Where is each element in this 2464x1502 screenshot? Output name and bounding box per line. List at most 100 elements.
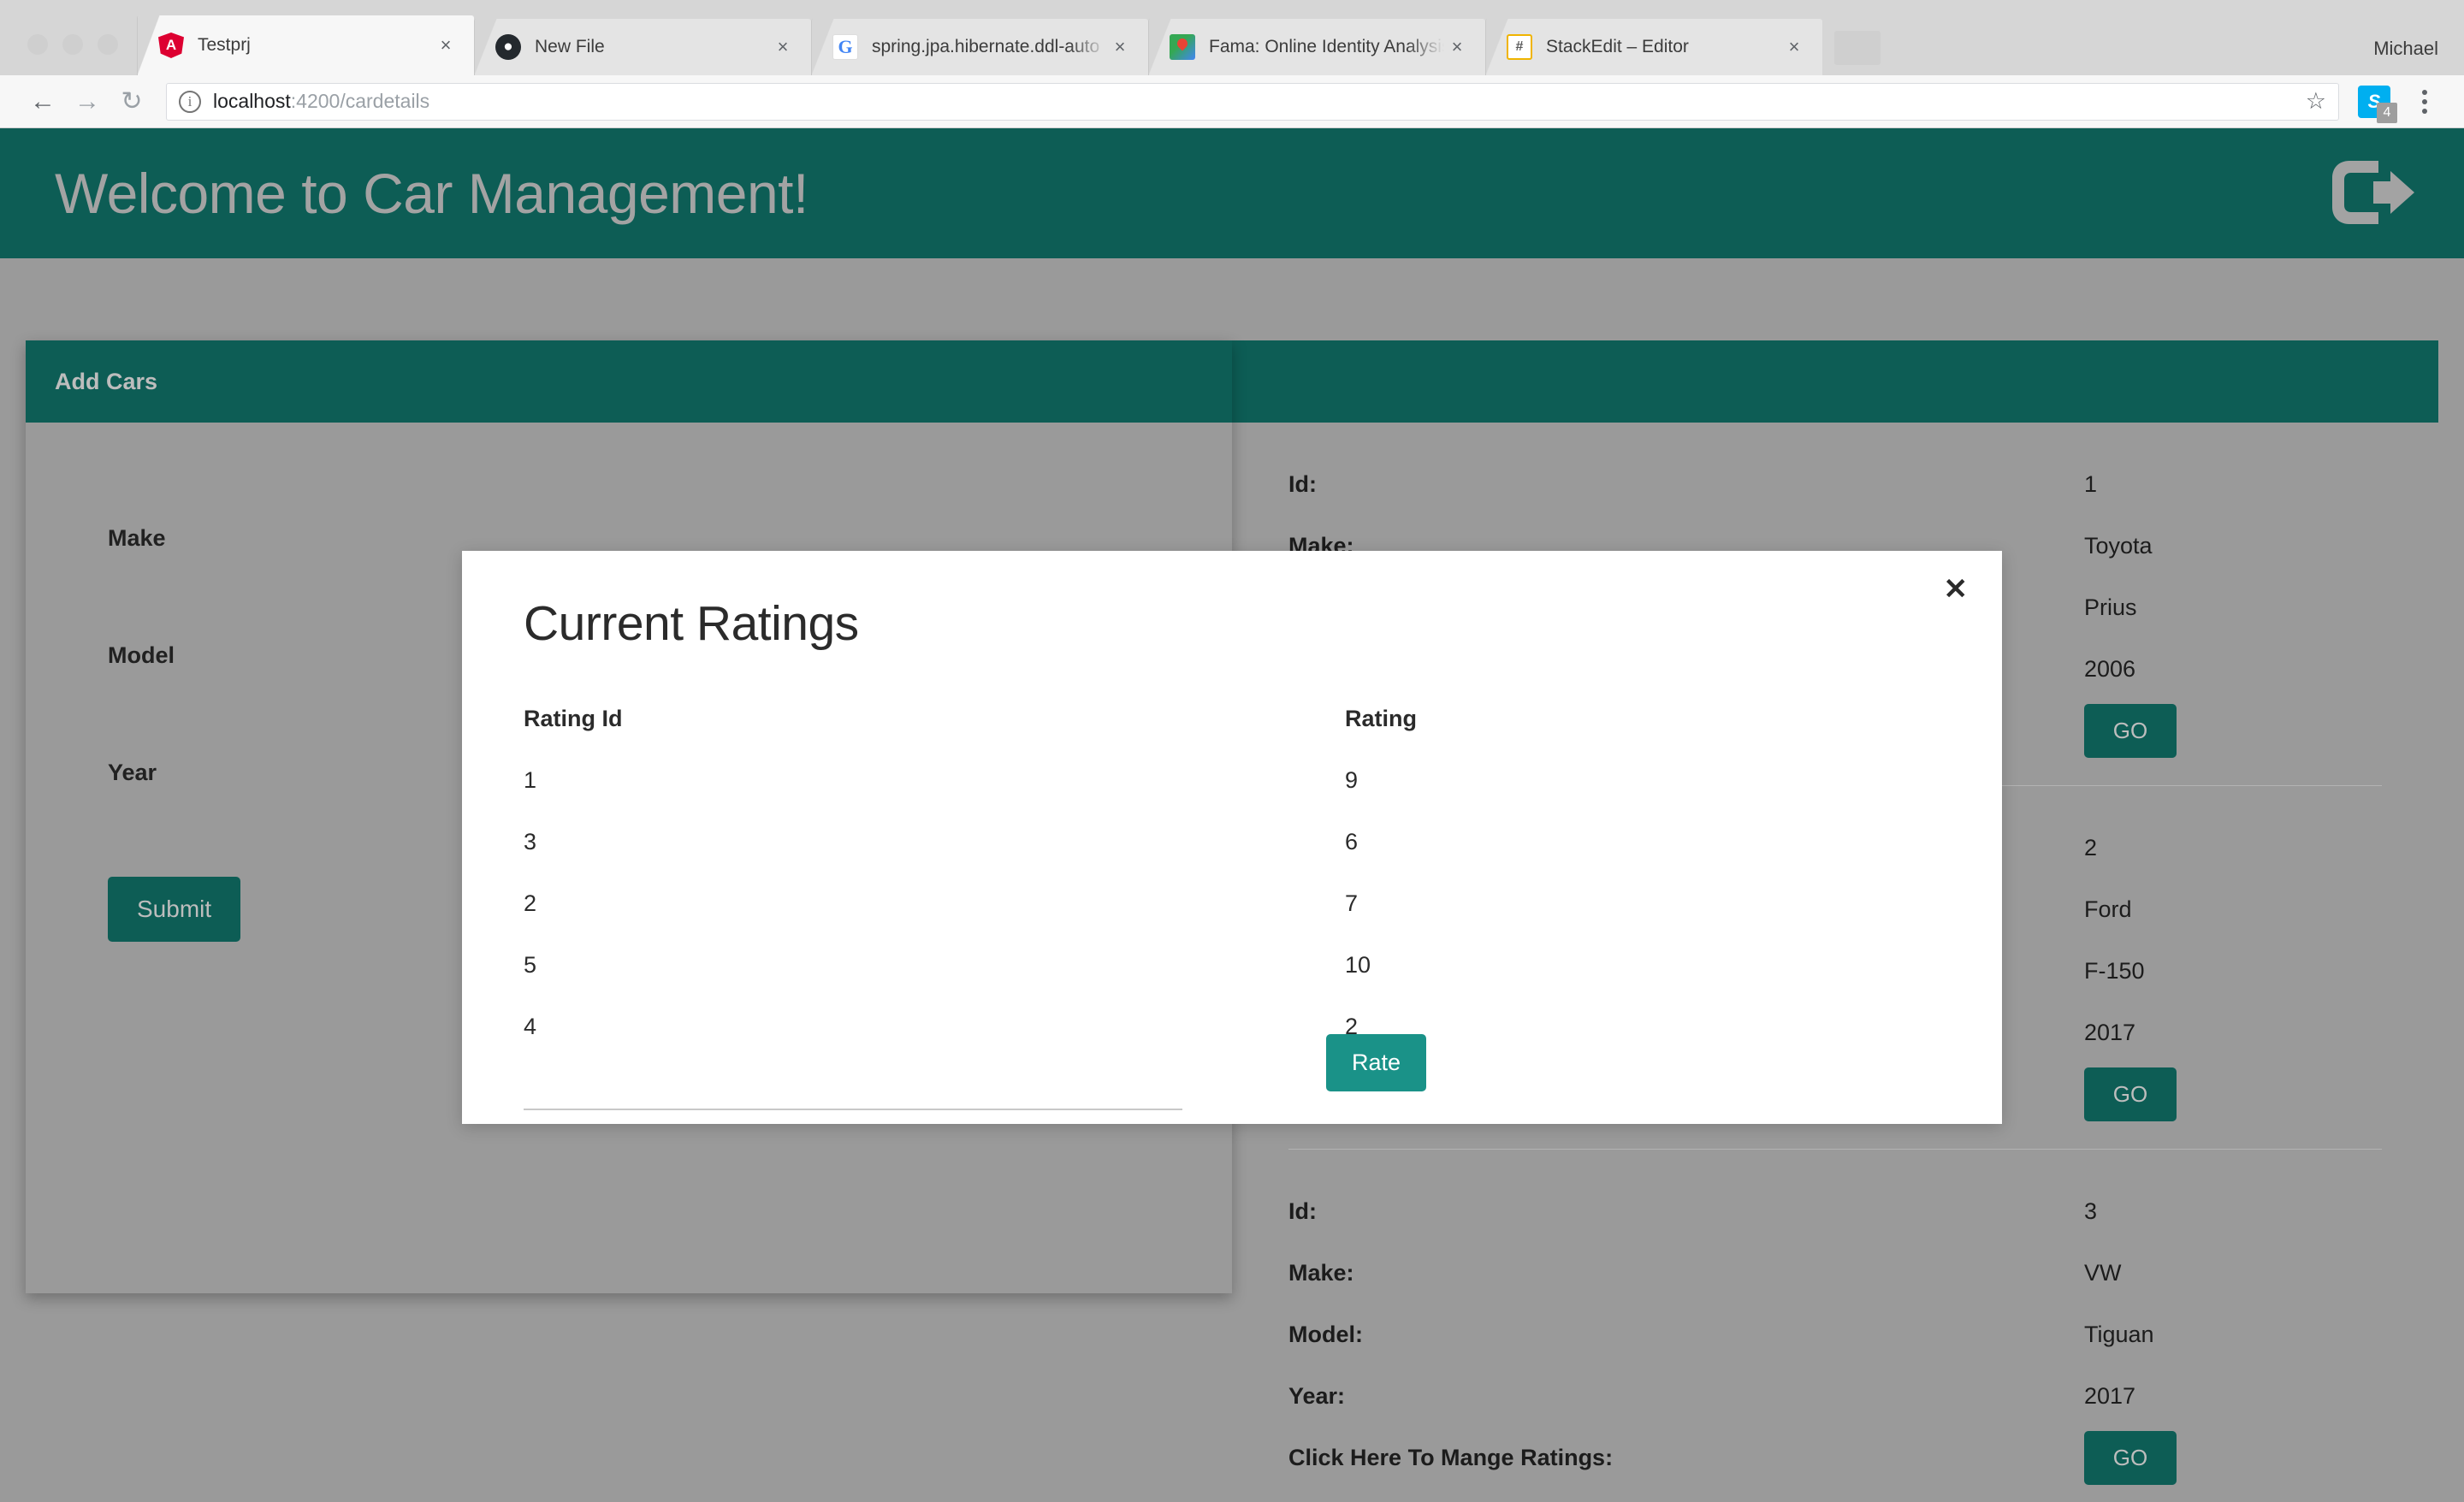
car-field-value: Tiguan	[2084, 1321, 2154, 1347]
car-field-value: 2006	[2084, 655, 2136, 682]
car-field-year: Year: 2017	[1288, 1365, 2382, 1427]
cell-rating-id: 1	[524, 766, 537, 793]
browser-tab-spring-jpa[interactable]: G spring.jpa.hibernate.ddl-auto ×	[811, 19, 1148, 75]
add-cars-card-header: Add Cars	[26, 340, 1232, 423]
google-maps-icon	[1170, 34, 1195, 60]
window-close-dot[interactable]	[27, 34, 48, 55]
car-field-ratings: Click Here To Mange Ratings: GO	[1288, 1427, 2382, 1488]
car-field-label: Year:	[1288, 1382, 1346, 1409]
close-icon[interactable]: ✕	[1944, 575, 1969, 604]
address-bar-host: localhost	[213, 90, 291, 112]
manage-ratings-go-button[interactable]: GO	[2084, 703, 2177, 758]
extension-icon[interactable]: S 4	[2358, 85, 2397, 123]
car-field-id: Id: 3	[1288, 1180, 2382, 1242]
menu-dot	[2422, 89, 2427, 95]
chrome-menu-icon[interactable]	[2406, 89, 2443, 114]
manage-ratings-go-button[interactable]: GO	[2084, 1430, 2177, 1485]
web-page: Welcome to Car Management! Id: 1 Make: T…	[0, 128, 2464, 1502]
car-field-value: 3	[2084, 1197, 2098, 1224]
new-tab-button[interactable]	[1834, 31, 1881, 65]
address-bar[interactable]: i localhost:4200/cardetails ☆	[166, 82, 2339, 121]
car-field-make: Make: VW	[1288, 1242, 2382, 1304]
rating-input[interactable]	[524, 1062, 1182, 1110]
make-field-label: Make	[108, 525, 166, 551]
car-field-value: Toyota	[2084, 532, 2153, 559]
tab-title: spring.jpa.hibernate.ddl-auto	[872, 37, 1100, 56]
car-item: Id: 3 Make: VW Model: Tiguan Year: 2017 …	[1288, 1149, 2382, 1502]
rate-button[interactable]: Rate	[1326, 1034, 1427, 1091]
window-controls[interactable]	[9, 34, 137, 75]
tab-title: New File	[535, 37, 605, 56]
car-field-id: Id: 1	[1288, 453, 2382, 515]
modal-footer: Rate	[462, 1014, 2002, 1124]
manage-ratings-go-button[interactable]: GO	[2084, 1067, 2177, 1121]
car-field-value: 2017	[2084, 1019, 2136, 1045]
table-header-row: Rating Id Rating	[524, 688, 2002, 749]
profile-name[interactable]: Michael	[2373, 38, 2438, 60]
app-header: Welcome to Car Management!	[0, 128, 2464, 258]
current-ratings-modal: ✕ Current Ratings Rating Id Rating 1 9 3…	[462, 551, 2002, 1124]
car-field-value: VW	[2084, 1259, 2122, 1286]
car-field-value: 2017	[2084, 1382, 2136, 1409]
tab-title: Testprj	[198, 35, 251, 55]
car-field-value: 2	[2084, 834, 2098, 860]
window-maximize-dot[interactable]	[98, 34, 118, 55]
menu-dot	[2422, 98, 2427, 104]
angular-icon: A	[158, 33, 184, 58]
cell-rating: 6	[1345, 828, 1359, 854]
cell-rating: 10	[1345, 951, 1371, 978]
stackedit-icon: #	[1507, 34, 1532, 60]
page-info-icon[interactable]: i	[179, 90, 201, 113]
car-field-label: Id:	[1288, 1197, 1317, 1224]
tab-close-icon[interactable]: ×	[433, 33, 459, 58]
page-title: Welcome to Car Management!	[55, 162, 808, 225]
browser-window: A Testprj × ● New File × G spring.jpa.hi…	[0, 0, 2464, 1502]
column-header-rating: Rating	[1345, 705, 1417, 731]
browser-tab-strip: A Testprj × ● New File × G spring.jpa.hi…	[0, 0, 2464, 75]
tab-close-icon[interactable]: ×	[1444, 34, 1470, 60]
car-field-label: Make:	[1288, 1259, 1354, 1286]
table-row: 2 7	[524, 872, 2002, 934]
cell-rating: 7	[1345, 890, 1359, 916]
reload-icon[interactable]: ↻	[110, 80, 154, 124]
cell-rating: 9	[1345, 766, 1359, 793]
google-icon: G	[832, 34, 858, 60]
submit-button[interactable]: Submit	[108, 877, 241, 942]
github-icon: ●	[495, 34, 521, 60]
browser-tab-fama[interactable]: Fama: Online Identity Analysis ×	[1148, 19, 1485, 75]
address-bar-url: localhost:4200/cardetails	[213, 90, 429, 113]
tab-title: StackEdit – Editor	[1546, 37, 1689, 56]
tab-close-icon[interactable]: ×	[770, 34, 796, 60]
browser-tab-stackedit[interactable]: # StackEdit – Editor ×	[1485, 19, 1822, 75]
back-icon[interactable]: ←	[21, 80, 65, 124]
car-details-card-header	[1232, 340, 2438, 423]
browser-tab-new-file[interactable]: ● New File ×	[474, 19, 811, 75]
ratings-table: Rating Id Rating 1 9 3 6 2 7 5 10 4 2	[462, 652, 2002, 1057]
logout-icon[interactable]	[2325, 154, 2420, 231]
table-row: 1 9	[524, 749, 2002, 811]
app-body: Id: 1 Make: Toyota Model: Prius Year:	[0, 258, 2464, 1502]
car-field-value: Prius	[2084, 594, 2137, 620]
cell-rating-id: 5	[524, 951, 537, 978]
car-field-value: F-150	[2084, 957, 2145, 984]
table-row: 3 6	[524, 811, 2002, 872]
extension-badge: 4	[2377, 102, 2397, 123]
address-bar-path: :4200/cardetails	[290, 90, 430, 112]
browser-tab-testprj[interactable]: A Testprj ×	[137, 15, 474, 75]
car-field-value: Ford	[2084, 896, 2132, 922]
forward-icon[interactable]: →	[65, 80, 110, 124]
tab-close-icon[interactable]: ×	[1781, 34, 1807, 60]
menu-dot	[2422, 108, 2427, 114]
modal-title: Current Ratings	[524, 596, 859, 651]
cell-rating-id: 2	[524, 890, 537, 916]
column-header-rating-id: Rating Id	[524, 705, 623, 731]
bookmark-star-icon[interactable]: ☆	[2306, 88, 2326, 115]
browser-toolbar: ← → ↻ i localhost:4200/cardetails ☆ S 4	[0, 75, 2464, 128]
tab-close-icon[interactable]: ×	[1107, 34, 1133, 60]
add-cars-title: Add Cars	[55, 368, 158, 394]
table-row: 5 10	[524, 934, 2002, 996]
window-minimize-dot[interactable]	[62, 34, 83, 55]
car-field-label: Click Here To Mange Ratings:	[1288, 1444, 1614, 1470]
cell-rating-id: 3	[524, 828, 537, 854]
car-field-label: Model:	[1288, 1321, 1363, 1347]
